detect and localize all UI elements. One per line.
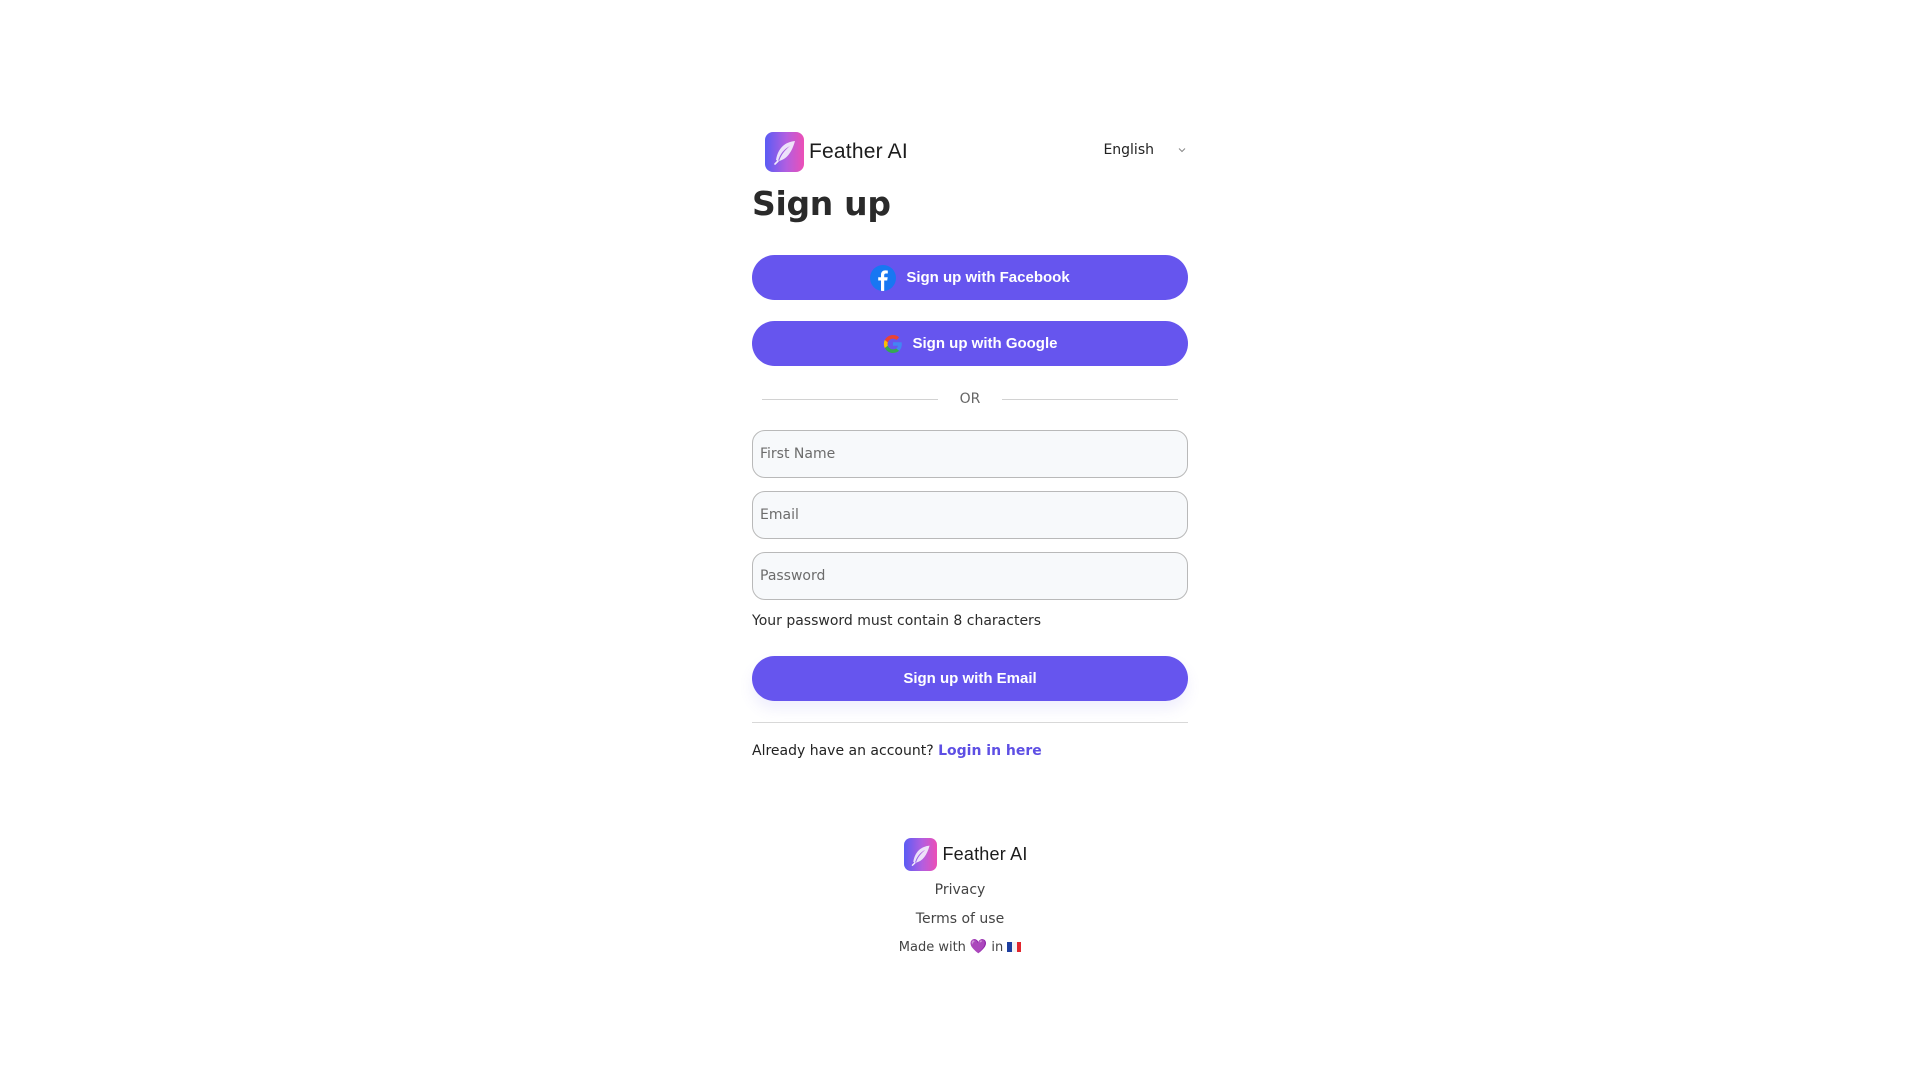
section-divider	[752, 722, 1188, 723]
password-input[interactable]	[752, 552, 1188, 600]
facebook-icon	[870, 264, 897, 291]
language-label: English	[1103, 142, 1154, 158]
header: Feather AI English	[752, 132, 1188, 174]
brand-name: Feather AI	[809, 140, 908, 163]
made-with-label: Made with	[898, 939, 966, 955]
chevron-down-icon	[1178, 148, 1186, 153]
page-title: Sign up	[752, 184, 891, 223]
footer: Feather AI Privacy Terms of use Made wit…	[0, 838, 1920, 955]
login-prompt-row: Already have an account? Login in here	[752, 743, 1188, 759]
google-icon	[883, 334, 902, 353]
google-signup-label: Sign up with Google	[912, 335, 1058, 352]
signup-form	[752, 430, 1188, 600]
made-in-label: in	[991, 939, 1004, 955]
feather-icon	[765, 132, 804, 172]
or-divider: OR	[762, 386, 1178, 412]
google-signup-button[interactable]: Sign up with Google	[752, 321, 1188, 366]
feather-icon	[904, 838, 938, 871]
footer-brand-logo[interactable]: Feather AI	[904, 838, 1027, 871]
login-link[interactable]: Login in here	[938, 743, 1042, 759]
email-input[interactable]	[752, 491, 1188, 539]
privacy-link[interactable]: Privacy	[935, 882, 986, 898]
password-hint: Your password must contain 8 characters	[752, 613, 1042, 629]
language-select[interactable]: English	[1103, 142, 1188, 158]
signup-card: Feather AI English Sign up Sign up with …	[752, 132, 1188, 759]
or-label: OR	[959, 391, 981, 407]
made-with-text: Made with 💜 in	[898, 939, 1022, 955]
footer-brand-name: Feather AI	[942, 844, 1028, 864]
terms-link[interactable]: Terms of use	[916, 911, 1004, 927]
france-flag-icon	[1007, 942, 1022, 952]
heart-icon: 💜	[969, 939, 988, 955]
divider-line-right	[1002, 398, 1178, 400]
facebook-signup-label: Sign up with Facebook	[906, 269, 1070, 286]
facebook-signup-button[interactable]: Sign up with Facebook	[752, 255, 1188, 300]
first-name-input[interactable]	[752, 430, 1188, 478]
divider-line-left	[762, 398, 938, 400]
brand-logo[interactable]: Feather AI	[765, 132, 908, 172]
login-prompt: Already have an account?	[752, 743, 934, 759]
email-signup-button[interactable]: Sign up with Email	[752, 656, 1188, 701]
